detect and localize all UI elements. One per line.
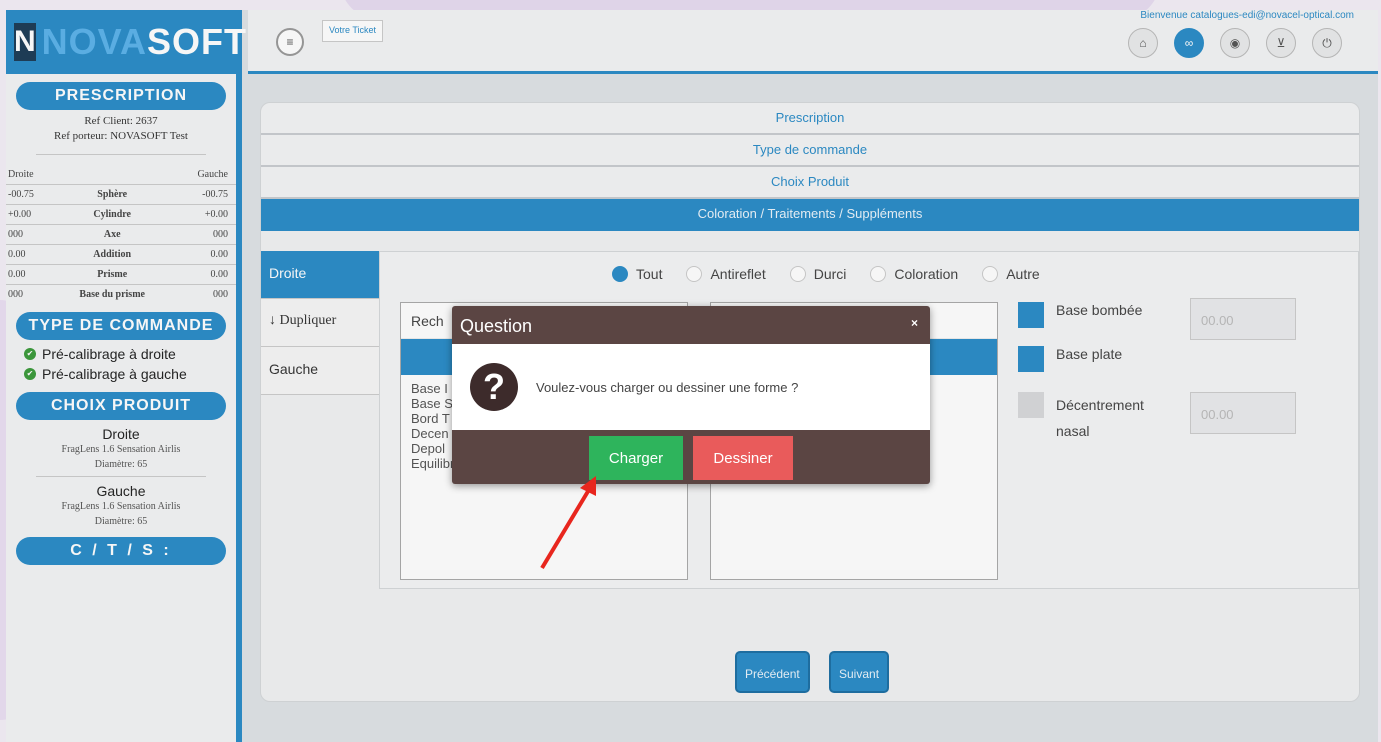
dessiner-button[interactable]: Dessiner bbox=[693, 436, 793, 480]
dialog-body: ? Voulez-vous charger ou dessiner une fo… bbox=[452, 344, 930, 430]
dialog-header: Question × bbox=[452, 306, 930, 344]
question-icon: ? bbox=[470, 363, 518, 411]
close-icon[interactable]: × bbox=[911, 316, 918, 330]
dialog-title: Question bbox=[460, 316, 533, 336]
question-dialog: Question × ? Voulez-vous charger ou dess… bbox=[452, 306, 930, 484]
dialog-message: Voulez-vous charger ou dessiner une form… bbox=[536, 379, 799, 395]
dialog-footer: Charger Dessiner bbox=[452, 430, 930, 480]
annotation-arrow-icon bbox=[540, 476, 596, 570]
